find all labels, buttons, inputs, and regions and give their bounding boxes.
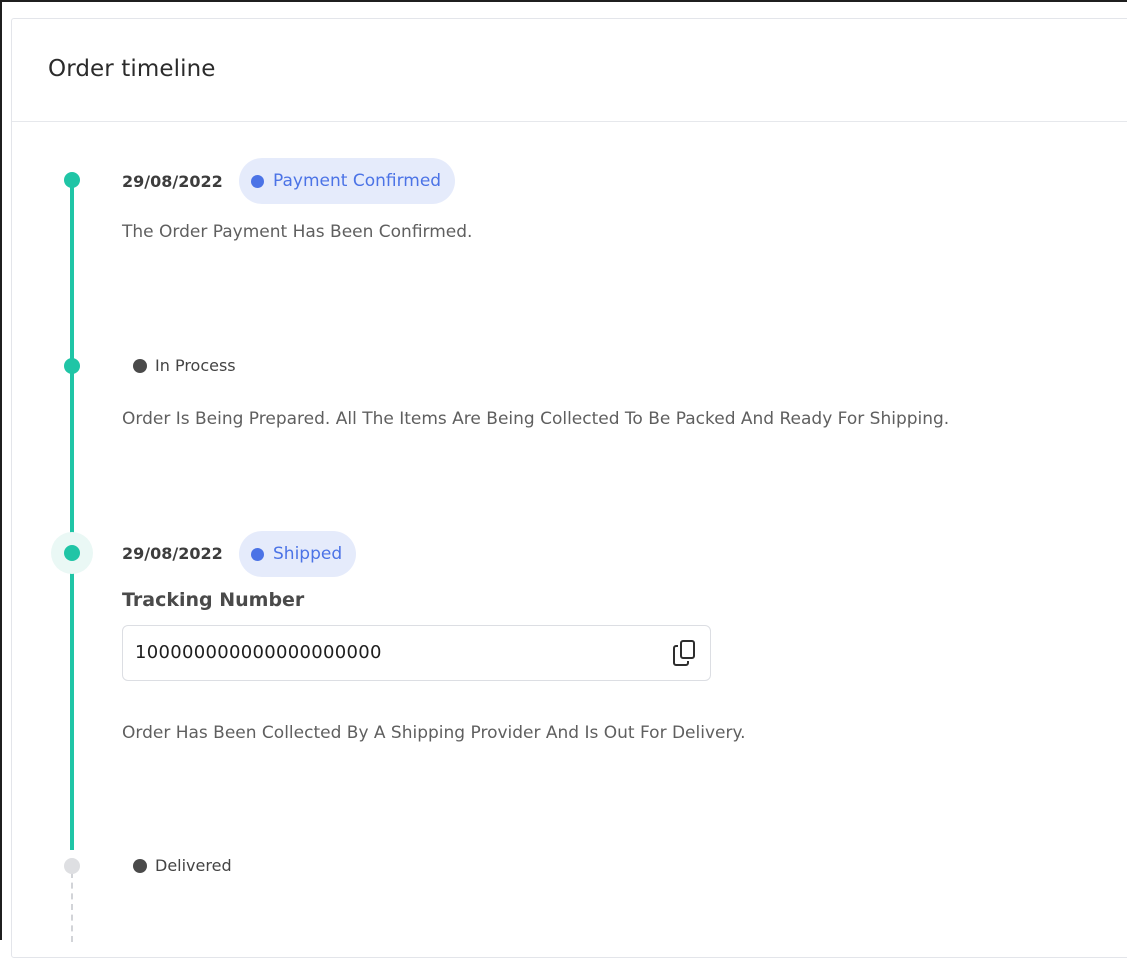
status-dot [133,858,147,873]
card-header: Order timeline [12,19,1127,122]
timeline-dot-in-process [64,358,80,374]
status-badge-label: Payment Confirmed [273,171,442,191]
status-badge-shipped: Shipped [239,531,357,577]
status-label: In Process [155,356,236,375]
step-date: 29/08/2022 [122,544,223,563]
order-timeline-card: Order timeline [11,18,1127,958]
tracking-number-label: Tracking Number [122,589,305,611]
status-in-process: In Process [133,356,236,375]
timeline-dot-shipped [64,545,80,561]
status-label: Delivered [155,856,232,875]
timeline-progress-line [70,180,74,850]
timeline-dot-payment-confirmed [64,172,80,188]
copy-icon[interactable] [672,639,698,667]
status-dot [251,174,264,188]
copy-tracking-button[interactable] [670,637,700,669]
status-badge-label: Shipped [273,544,343,564]
step-date: 29/08/2022 [122,172,223,191]
page-frame: Order timeline 29/08/2022 Payment Confir… [0,0,1127,958]
tracking-number-field[interactable]: 100000000000000000000 [122,625,711,681]
timeline-pending-line [71,872,73,942]
step-description: Order Is Being Prepared. All The Items A… [122,409,950,429]
status-dot [133,358,147,373]
card-title: Order timeline [48,56,216,82]
step-description: Order Has Been Collected By A Shipping P… [122,723,746,743]
timeline-dot-delivered [64,858,80,874]
status-delivered: Delivered [133,856,232,875]
step-description: The Order Payment Has Been Confirmed. [122,222,473,242]
status-dot [251,547,264,561]
status-badge-payment-confirmed: Payment Confirmed [239,158,456,204]
tracking-number-value[interactable]: 100000000000000000000 [135,642,382,663]
